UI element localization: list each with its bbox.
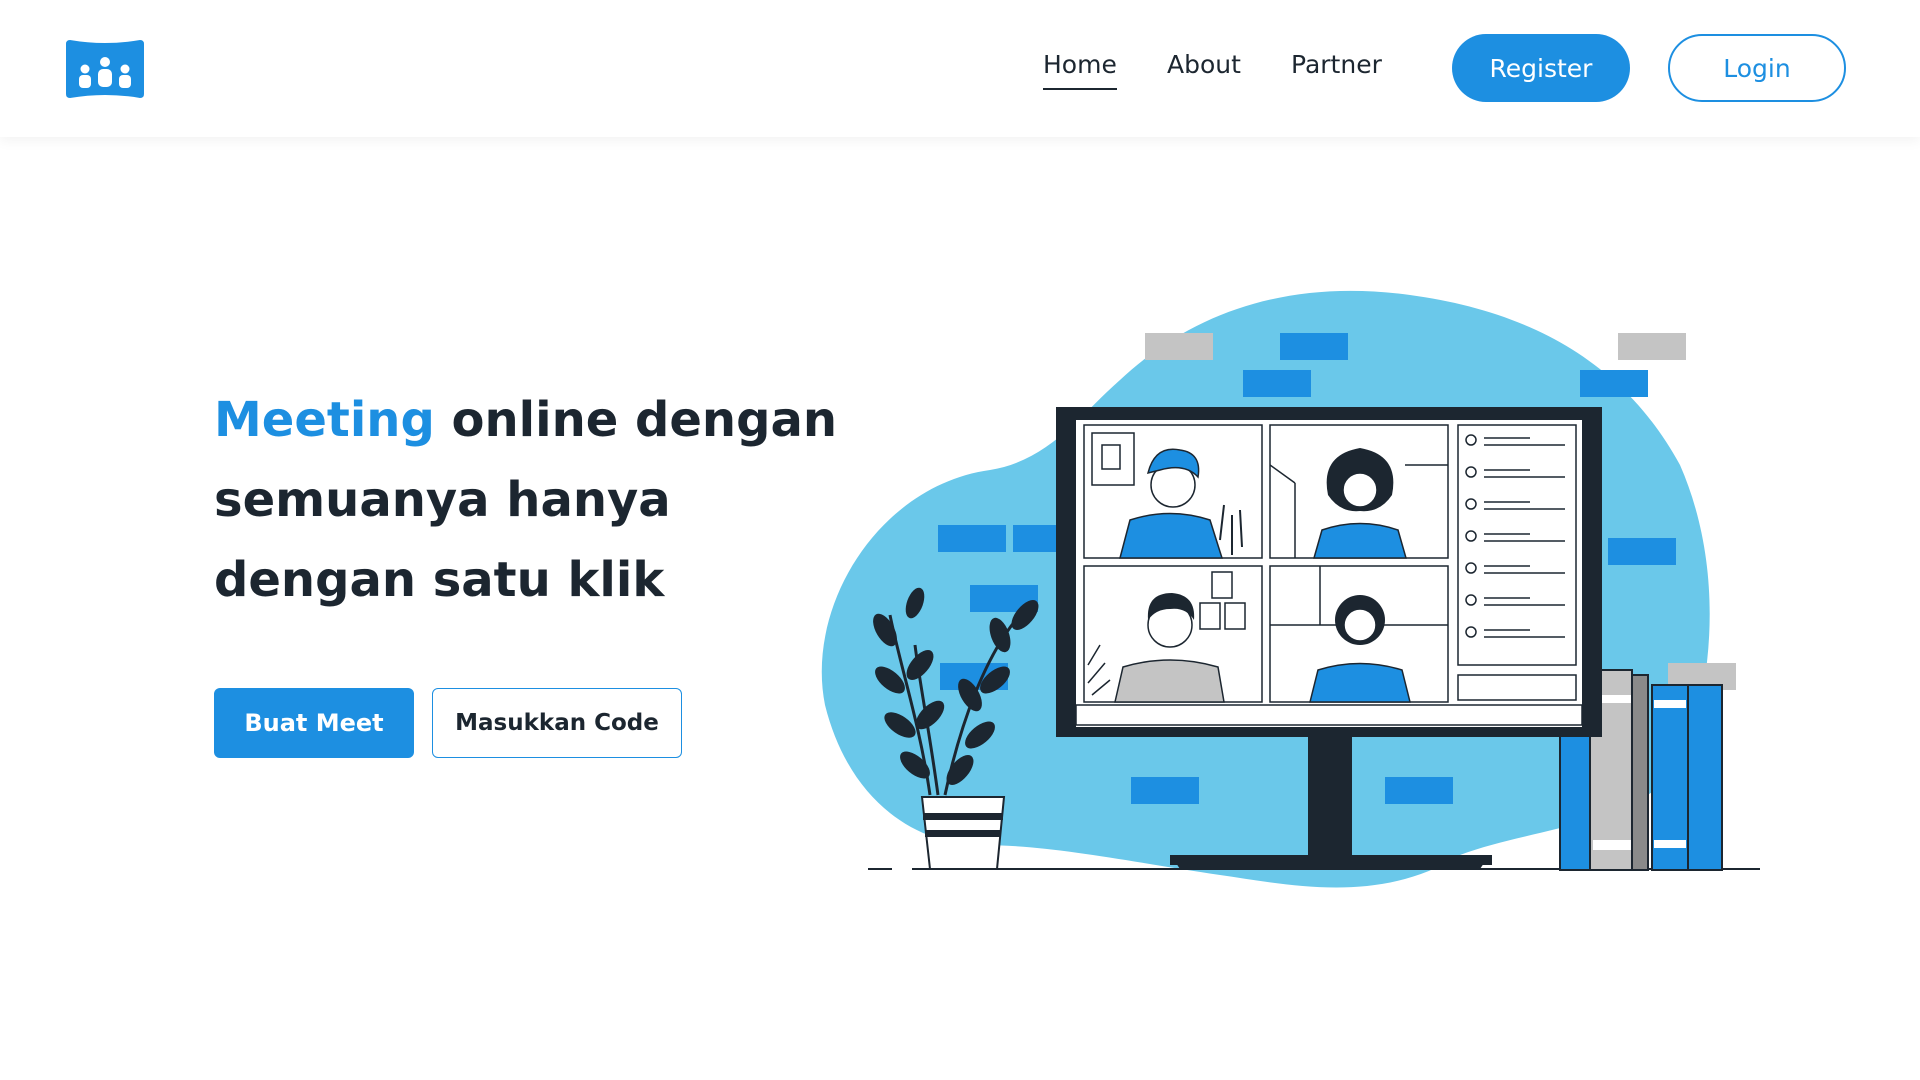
- login-button[interactable]: Login: [1668, 34, 1846, 102]
- register-button[interactable]: Register: [1452, 34, 1630, 102]
- hero-title: Meeting online dengan semuanya hanya den…: [214, 380, 854, 620]
- enter-code-button[interactable]: Masukkan Code: [432, 688, 682, 758]
- hero-title-accent: Meeting: [214, 392, 435, 448]
- hero-title-line3: dengan satu klik: [214, 552, 665, 608]
- nav-home-link[interactable]: Home: [1043, 50, 1117, 90]
- video-conference-illustration: [821, 290, 1760, 888]
- logo[interactable]: [64, 38, 146, 100]
- hero-title-line1: Meeting online dengan: [214, 392, 837, 448]
- monitor-illustration: [1056, 407, 1602, 737]
- create-meet-button[interactable]: Buat Meet: [214, 688, 414, 758]
- hero-title-line2: semuanya hanya: [214, 472, 671, 528]
- meeting-group-icon: [66, 40, 144, 98]
- nav-partner-link[interactable]: Partner: [1291, 50, 1382, 79]
- navbar: Home About Partner Register Login: [0, 0, 1920, 137]
- nav-about-link[interactable]: About: [1167, 50, 1241, 79]
- hero-title-line1-rest: online dengan: [434, 392, 838, 448]
